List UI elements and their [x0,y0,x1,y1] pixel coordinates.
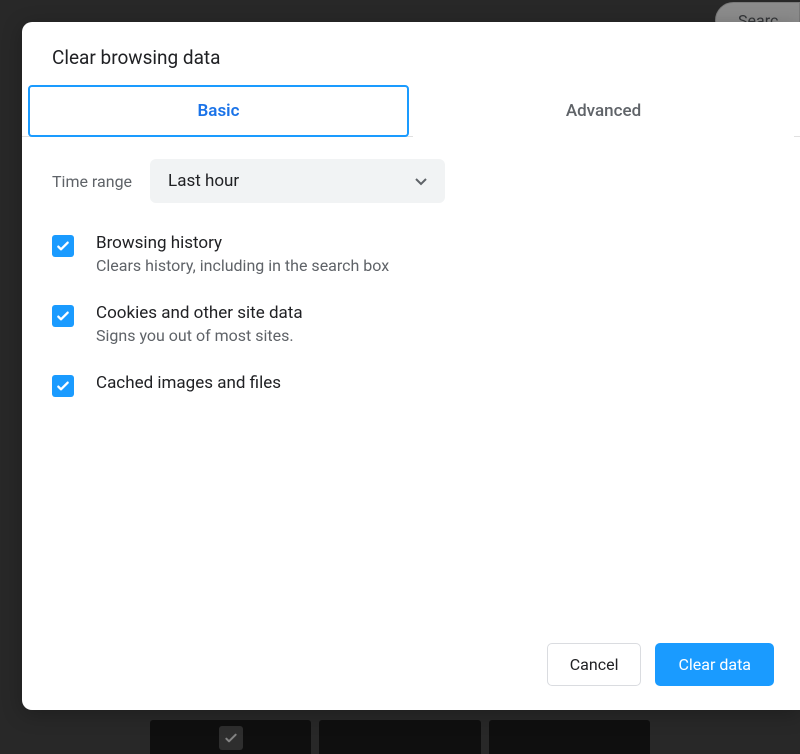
dialog-footer: Cancel Clear data [22,625,800,710]
option-text: Browsing history Clears history, includi… [96,233,389,275]
option-text: Cached images and files [96,373,281,393]
option-desc: Clears history, including in the search … [96,256,389,275]
option-cached-images: Cached images and files [52,373,770,397]
option-desc: Signs you out of most sites. [96,326,303,345]
tab-bar: Basic Advanced [22,85,800,137]
option-browsing-history: Browsing history Clears history, includi… [52,233,770,275]
option-title: Cached images and files [96,373,281,393]
tab-advanced[interactable]: Advanced [413,85,794,137]
cancel-button[interactable]: Cancel [547,643,642,686]
checkmark-icon [55,378,71,394]
option-cookies: Cookies and other site data Signs you ou… [52,303,770,345]
time-range-row: Time range Last hour [52,159,770,203]
option-text: Cookies and other site data Signs you ou… [96,303,303,345]
checkbox-cached-images[interactable] [52,375,74,397]
caret-down-icon [415,171,427,191]
checkbox-cookies[interactable] [52,305,74,327]
time-range-select[interactable]: Last hour [150,159,445,203]
dialog-title: Clear browsing data [22,22,800,85]
dialog-content: Time range Last hour Browsing history Cl… [22,137,800,625]
clear-browsing-data-dialog: Clear browsing data Basic Advanced Time … [22,22,800,710]
option-title: Cookies and other site data [96,303,303,323]
time-range-label: Time range [52,172,132,191]
time-range-value: Last hour [168,171,239,191]
checkbox-browsing-history[interactable] [52,235,74,257]
clear-data-button[interactable]: Clear data [655,643,774,686]
tab-basic[interactable]: Basic [28,85,409,137]
option-title: Browsing history [96,233,389,253]
checkmark-icon [55,308,71,324]
checkmark-icon [55,238,71,254]
